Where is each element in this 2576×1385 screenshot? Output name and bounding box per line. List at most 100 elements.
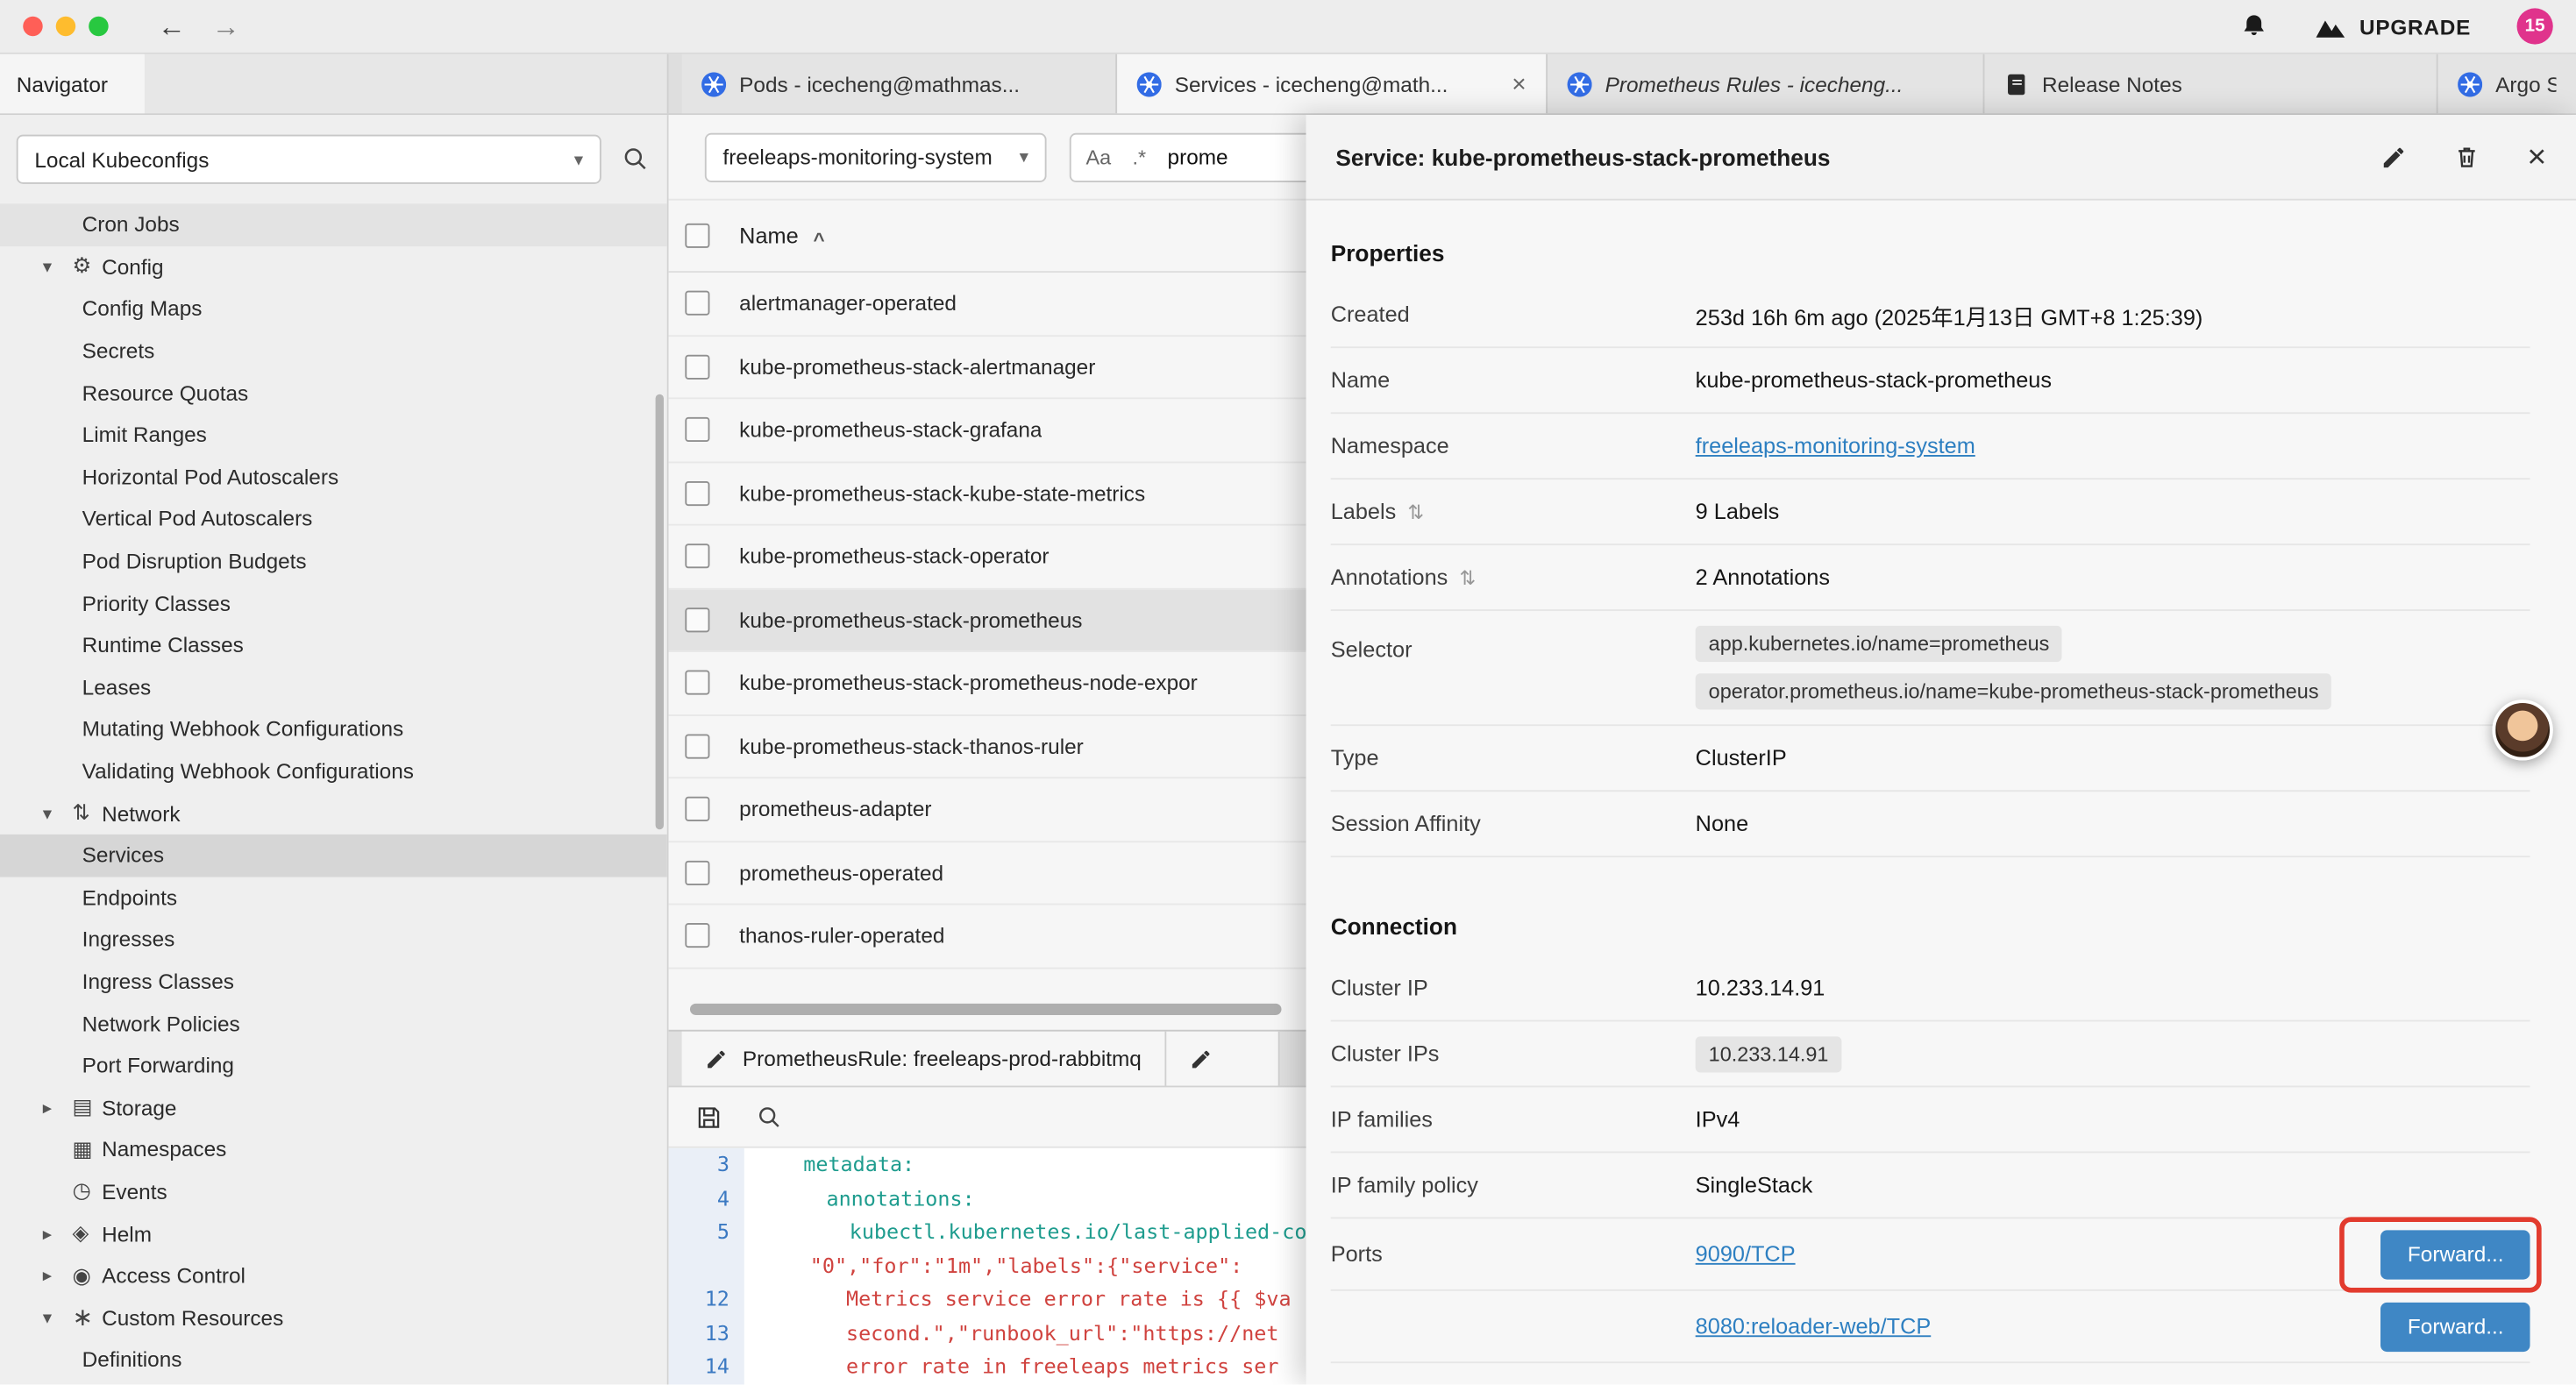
horizontal-scrollbar[interactable] [690, 1004, 1282, 1015]
row-checkbox[interactable] [685, 797, 709, 821]
sidebar-item-pod-disruption-budgets[interactable]: Pod Disruption Budgets [0, 540, 667, 582]
sidebar-item-helm[interactable]: Helm [0, 1212, 667, 1254]
sidebar-item-services[interactable]: Services [0, 835, 667, 877]
tab-prometheus-rules[interactable]: Prometheus Rules - icecheng... [1548, 54, 1984, 113]
clock-icon [72, 1178, 102, 1204]
save-icon[interactable] [695, 1103, 723, 1131]
tab-label: Services - icecheng@math... [1175, 72, 1448, 96]
sidebar-item-runtime-classes[interactable]: Runtime Classes [0, 624, 667, 666]
port-link-8080[interactable]: 8080:reloader-web/TCP [1696, 1314, 1932, 1339]
network-icon [72, 800, 102, 827]
chevron-right-icon [43, 1097, 73, 1118]
forward-button[interactable]: → [212, 12, 240, 40]
sidebar-item-limit-ranges[interactable]: Limit Ranges [0, 414, 667, 456]
tab-services[interactable]: Services - icecheng@math... × [1117, 54, 1548, 113]
back-button[interactable]: ← [158, 12, 186, 40]
kubeconfig-selector[interactable]: Local Kubeconfigs ▾ [17, 135, 601, 184]
window-zoom-button[interactable] [89, 17, 108, 36]
sidebar-item-custom-resources[interactable]: Custom Resources [0, 1296, 667, 1339]
line-number: 12 [669, 1282, 744, 1316]
dock-tab-prometheusrule[interactable]: PrometheusRule: freeleaps-prod-rabbitmq [682, 1032, 1166, 1086]
sidebar-item-namespaces[interactable]: Namespaces [0, 1128, 667, 1170]
sidebar-item-secrets[interactable]: Secrets [0, 330, 667, 372]
sidebar-item-priority-classes[interactable]: Priority Classes [0, 582, 667, 624]
helm-icon [72, 1220, 102, 1246]
sidebar-item-access-control[interactable]: Access Control [0, 1254, 667, 1296]
notification-count-badge[interactable]: 15 [2517, 8, 2553, 44]
sidebar-item-cron-jobs[interactable]: Cron Jobs [0, 203, 667, 245]
selector-badge: app.kubernetes.io/name=prometheus [1696, 626, 2063, 662]
forward-button[interactable]: Forward... [2381, 1229, 2530, 1278]
edit-icon[interactable] [2381, 144, 2408, 170]
unfold-more-icon[interactable] [1407, 501, 1424, 523]
tab-argo[interactable]: Argo Se [2438, 54, 2576, 113]
sidebar-item-network-policies[interactable]: Network Policies [0, 1002, 667, 1044]
upgrade-icon [2315, 14, 2346, 39]
upgrade-button[interactable]: UPGRADE [2315, 14, 2471, 39]
tab-pods[interactable]: Pods - icecheng@mathmas... [682, 54, 1118, 113]
asterisk-icon [72, 1303, 102, 1332]
line-number: 14 [669, 1350, 744, 1383]
row-checkbox[interactable] [685, 734, 709, 758]
notifications-bell-icon[interactable] [2239, 11, 2269, 41]
row-checkbox[interactable] [685, 417, 709, 442]
sidebar-scrollbar[interactable] [656, 394, 664, 830]
row-checkbox[interactable] [685, 923, 709, 948]
port-link-9090[interactable]: 9090/TCP [1696, 1242, 1796, 1267]
namespace-selector[interactable]: freeleaps-monitoring-system ▾ [705, 132, 1047, 181]
sidebar-item-resource-quotas[interactable]: Resource Quotas [0, 372, 667, 414]
chevron-down-icon [43, 803, 73, 824]
port-row-9090: Ports 9090/TCP Forward... [1331, 1218, 2530, 1290]
row-checkbox[interactable] [685, 860, 709, 884]
tab-close-icon[interactable]: × [1498, 70, 1526, 98]
sidebar-item-leases[interactable]: Leases [0, 666, 667, 708]
row-checkbox[interactable] [685, 671, 709, 695]
app-window: ← → UPGRADE 15 Navigator [0, 0, 2576, 1385]
sidebar-search-icon[interactable] [621, 145, 651, 174]
row-checkbox[interactable] [685, 354, 709, 379]
navigator-panel-header[interactable]: Navigator [0, 54, 145, 113]
tab-release-notes[interactable]: Release Notes [1984, 54, 2437, 113]
sidebar-item-horizontal-pod-autoscalers[interactable]: Horizontal Pod Autoscalers [0, 456, 667, 498]
row-checkbox[interactable] [685, 544, 709, 569]
sidebar-item-vertical-pod-autoscalers[interactable]: Vertical Pod Autoscalers [0, 498, 667, 540]
sidebar-item-events[interactable]: Events [0, 1170, 667, 1212]
sidebar-item-validating-webhook-configurations[interactable]: Validating Webhook Configurations [0, 750, 667, 792]
unfold-more-icon[interactable] [1459, 565, 1476, 588]
namespace-link[interactable]: freeleaps-monitoring-system [1696, 434, 1975, 458]
property-row-selector: Selector app.kubernetes.io/name=promethe… [1331, 611, 2530, 726]
search-icon[interactable] [756, 1103, 784, 1131]
window-close-button[interactable] [23, 17, 42, 36]
tab-label: Prometheus Rules - icecheng... [1605, 72, 1904, 96]
row-checkbox[interactable] [685, 607, 709, 632]
navigator-sidebar: Local Kubeconfigs ▾ Cron Jobs Config Con… [0, 115, 669, 1385]
cluster-ip-badge: 10.233.14.91 [1696, 1035, 1842, 1071]
sidebar-item-mutating-webhook-configurations[interactable]: Mutating Webhook Configurations [0, 708, 667, 750]
sidebar-item-endpoints[interactable]: Endpoints [0, 877, 667, 919]
sidebar-item-config[interactable]: Config [0, 245, 667, 288]
property-row-type: Type ClusterIP [1331, 726, 2530, 792]
forward-button[interactable]: Forward... [2381, 1302, 2530, 1351]
sidebar-item-definitions[interactable]: Definitions [0, 1339, 667, 1381]
avatar[interactable] [2492, 700, 2552, 760]
delete-icon[interactable] [2453, 143, 2481, 171]
select-all-checkbox[interactable] [685, 224, 709, 248]
tab-label: Release Notes [2042, 72, 2182, 96]
match-case-toggle[interactable]: Aa [1086, 146, 1112, 168]
chevron-down-icon: ▾ [574, 149, 583, 170]
tab-label: Argo Se [2495, 72, 2556, 96]
row-checkbox[interactable] [685, 481, 709, 506]
sidebar-item-config-maps[interactable]: Config Maps [0, 288, 667, 330]
sidebar-item-storage[interactable]: Storage [0, 1086, 667, 1128]
sort-asc-icon[interactable] [814, 228, 825, 251]
dock-tab-partial[interactable] [1166, 1032, 1279, 1086]
sidebar-item-port-forwarding[interactable]: Port Forwarding [0, 1044, 667, 1086]
sidebar-item-network[interactable]: Network [0, 792, 667, 835]
regex-toggle[interactable]: .* [1133, 146, 1147, 168]
sidebar-item-ingress-classes[interactable]: Ingress Classes [0, 961, 667, 1003]
close-icon[interactable]: × [2527, 140, 2546, 173]
sidebar-item-ingresses[interactable]: Ingresses [0, 919, 667, 961]
row-checkbox[interactable] [685, 291, 709, 316]
name-column-header[interactable]: Name [739, 224, 798, 248]
window-minimize-button[interactable] [56, 17, 75, 36]
